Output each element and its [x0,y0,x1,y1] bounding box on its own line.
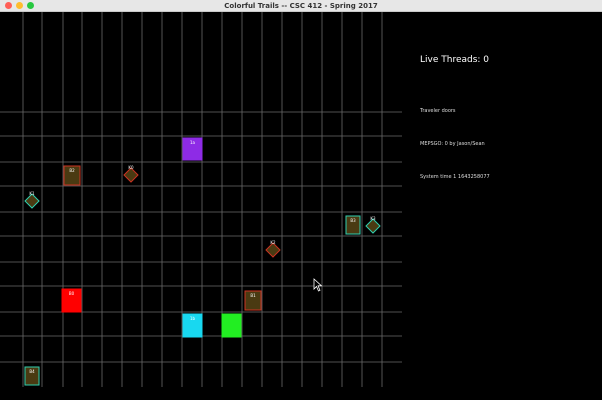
traveler-head-green [221,313,242,338]
key-k2-label: K2 [270,240,276,245]
door-b1-label: B1 [250,293,256,298]
door-b4-label: B4 [29,369,35,374]
door-b2: B2 [63,165,81,186]
door-b4: B4 [24,366,40,386]
key-k2-shape [265,242,281,258]
door-b3-label: B3 [350,218,356,223]
status-line-3: System time 1 1643258077 [420,174,490,180]
door-b3: B3 [345,215,361,235]
key-k3: K3 [365,216,381,234]
traveler-head-purple-label: 1a [190,140,196,145]
door-b1: B1 [244,290,262,311]
key-k3-label: K3 [370,216,376,221]
live-threads-label: Live Threads: 0 [420,55,490,65]
mouse-cursor-icon [313,278,323,292]
board-objects: 1a B2 B0 B1 1b B3 B4 K0 K1 K2 K3 [24,137,381,386]
app-canvas[interactable]: 1a B2 B0 B1 1b B3 B4 K0 K1 K2 K3 Live Threads: 0 T… [0,12,602,400]
key-k3-shape [365,218,381,234]
key-k1-label: K1 [29,191,35,196]
key-k1: K1 [24,191,40,209]
traveler-head-red-label: B0 [69,291,75,296]
traveler-head-cyan: 1b [182,313,203,338]
status-line-2: MEPSGO: 0 by Jason/Sean [420,141,485,147]
status-line-1: Traveler doors [420,108,456,114]
key-k0-shape [123,167,139,183]
traveler-head-red: B0 [61,288,82,313]
traveler-head-cyan-label: 1b [190,316,196,321]
window-title: Colorful Trails -- CSC 412 - Spring 2017 [224,2,378,10]
traveler-head-green-tile [221,313,242,338]
key-k0: K0 [123,165,139,183]
key-k0-label: K0 [128,165,134,170]
key-k2: K2 [265,240,281,258]
traveler-head-purple: 1a [182,137,203,161]
door-b2-label: B2 [69,168,75,173]
title-bar: Colorful Trails -- CSC 412 - Spring 2017 [0,0,602,12]
game-board[interactable]: 1a B2 B0 B1 1b B3 B4 K0 K1 K2 K3 [0,12,602,400]
key-k1-shape [24,193,40,209]
